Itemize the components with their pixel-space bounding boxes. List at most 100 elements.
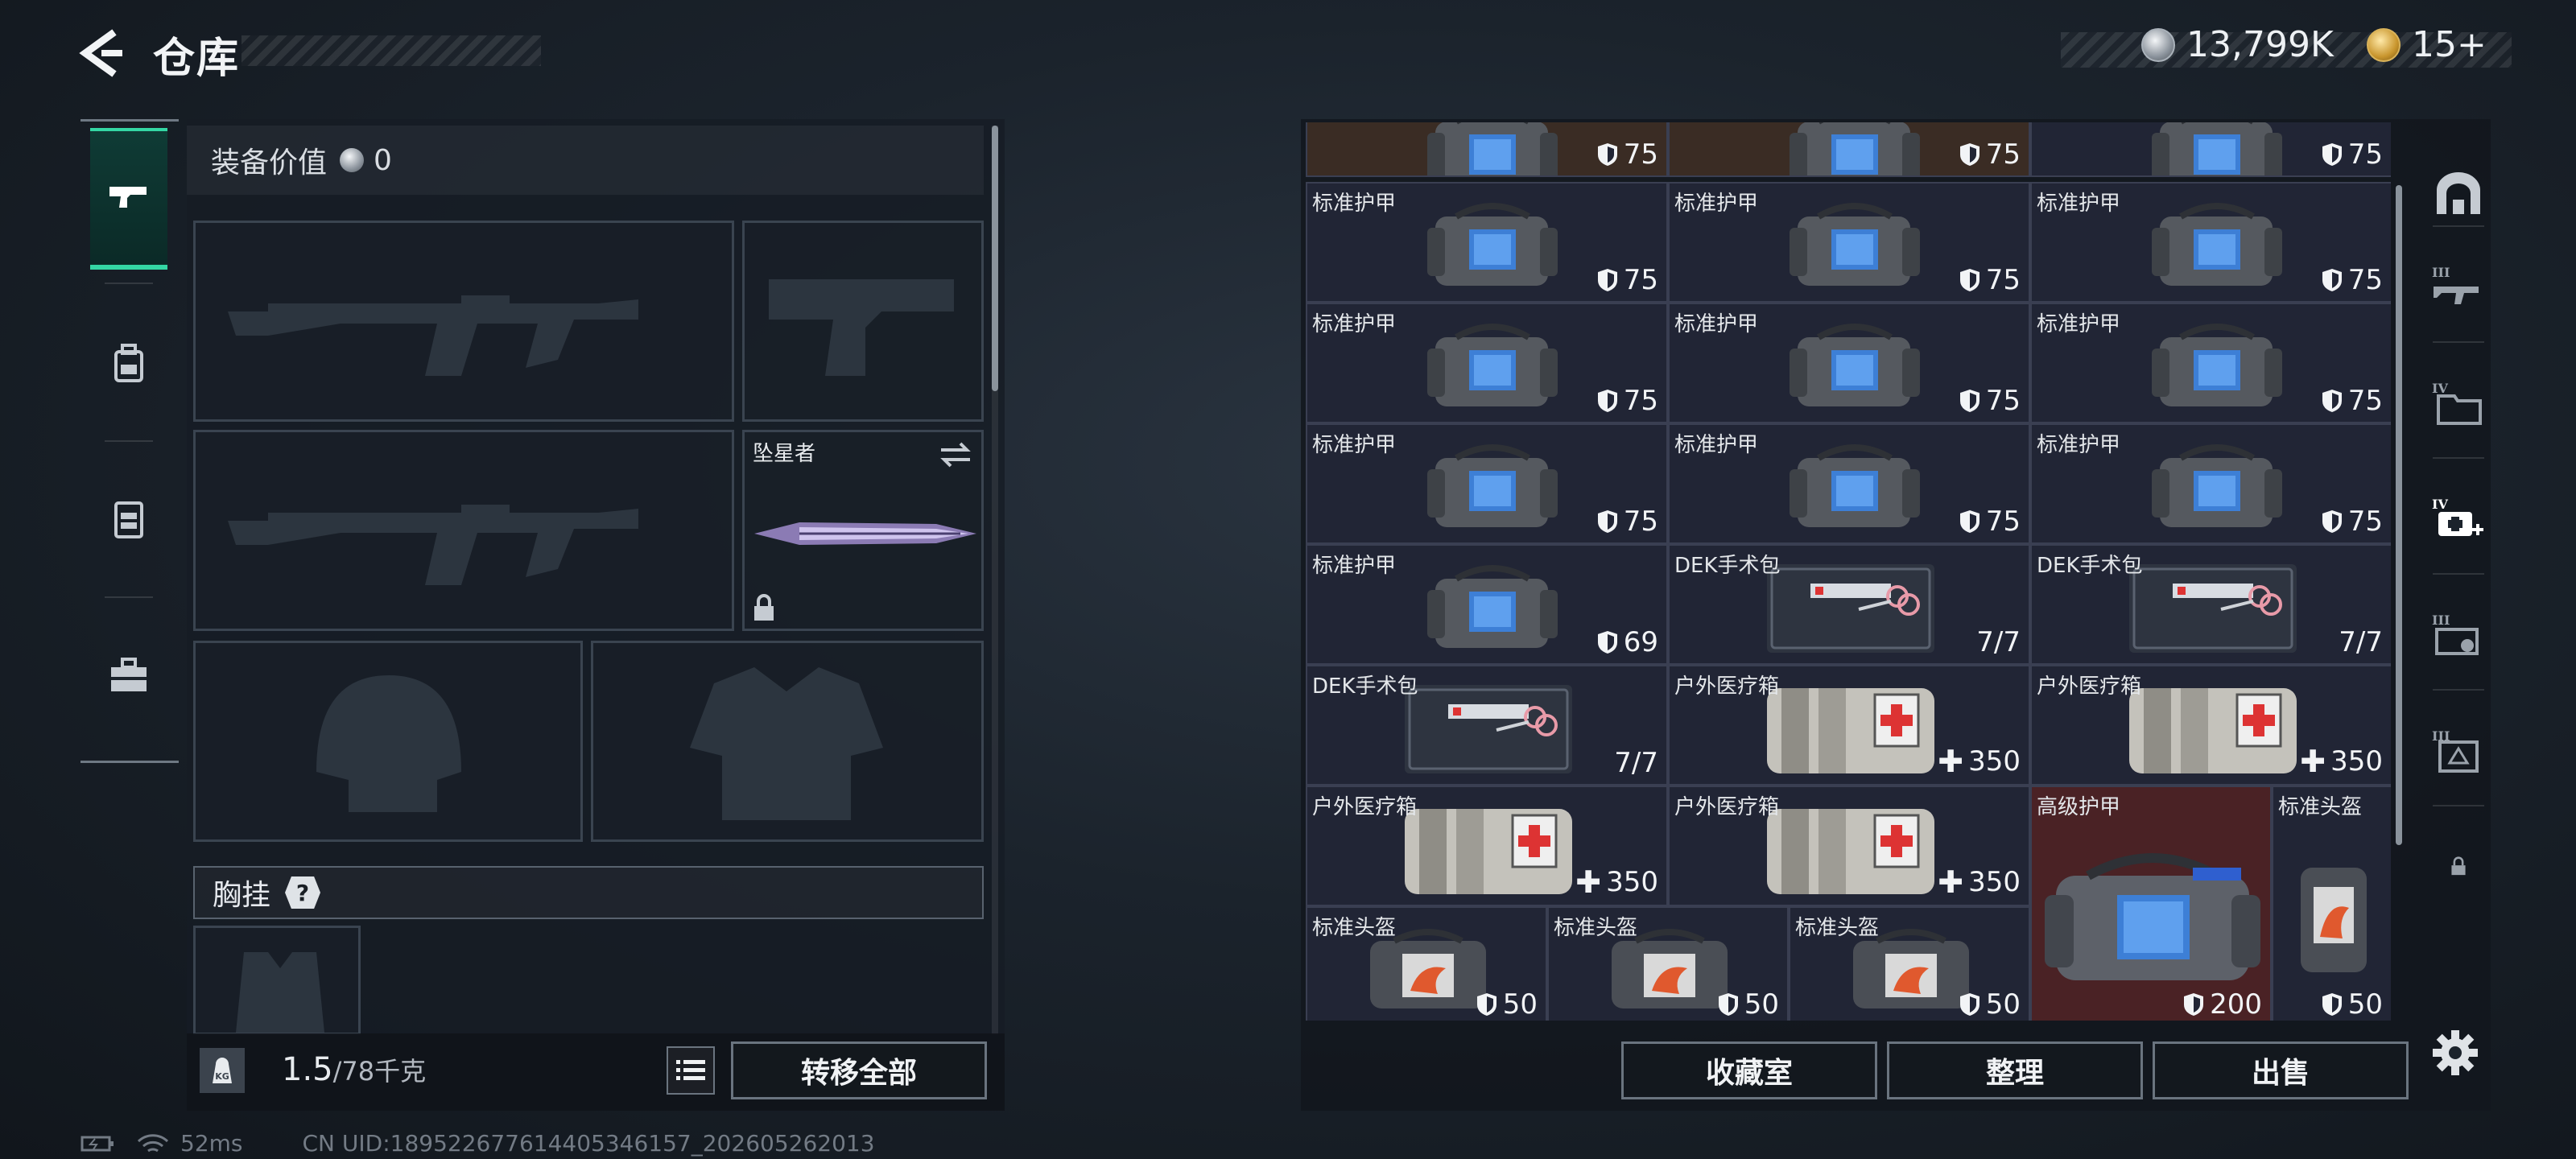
item-value-text: 50 — [1502, 988, 1538, 1021]
equipment-value: 装备价值 0 — [187, 126, 984, 195]
armor-shield-icon — [1959, 993, 1979, 1016]
item-value-text: 50 — [1985, 988, 2021, 1021]
help-badge-icon[interactable]: ? — [285, 876, 321, 909]
storage-item[interactable]: 标准护甲 75 — [1306, 303, 1668, 423]
storage-item[interactable]: DEK手术包 7/7 — [1668, 544, 2030, 665]
item-value-text: 350 — [1606, 866, 1658, 898]
storage-item[interactable]: 户外医疗箱 ✚ 350 — [1306, 786, 1668, 906]
item-value-text: 350 — [1968, 745, 2021, 777]
primary-weapon-slot[interactable] — [193, 221, 734, 422]
battery-icon — [80, 1136, 114, 1151]
sort-button[interactable]: 整理 — [1887, 1041, 2143, 1099]
storage-item[interactable]: 标准护甲 69 — [1306, 544, 1668, 665]
storage-item[interactable]: 标准头盔 50 — [1306, 906, 1547, 1021]
item-name: 标准护甲 — [2037, 312, 2121, 336]
sell-button[interactable]: 出售 — [2153, 1041, 2409, 1099]
storage-item[interactable]: 标准护甲 75 — [1306, 423, 1668, 544]
storage-item[interactable]: 标准头盔 50 — [1547, 906, 1789, 1021]
back-button[interactable] — [77, 27, 126, 79]
heavy-armor-bag-icon — [2045, 853, 2260, 980]
item-value-text: 75 — [1985, 264, 2021, 296]
armor-slot[interactable] — [591, 641, 984, 842]
category-divider — [2433, 573, 2484, 575]
swap-icon[interactable] — [938, 440, 973, 469]
item-name: 户外医疗箱 — [1674, 674, 1780, 699]
category-tier4-medical[interactable]: IV — [2417, 464, 2500, 573]
pistol-icon — [109, 187, 147, 208]
item-name: 户外医疗箱 — [2037, 674, 2142, 699]
item-name: 标准护甲 — [1312, 192, 1397, 216]
storage-item[interactable]: DEK手术包 7/7 — [2030, 544, 2391, 665]
armor-shield-icon — [1718, 993, 1738, 1016]
melee-slot[interactable]: 坠星者 — [742, 430, 984, 631]
token-balance[interactable]: 15+ — [2367, 24, 2487, 65]
item-name: 标准护甲 — [1674, 192, 1759, 216]
storage-item[interactable]: 标准护甲 75 — [2030, 423, 2391, 544]
armor-shield-icon — [2184, 993, 2204, 1016]
storage-item[interactable]: 标准护甲 75 — [1668, 182, 2030, 303]
tab-backpack[interactable] — [90, 292, 167, 434]
storage-item[interactable]: 标准护甲 75 — [1668, 423, 2030, 544]
category-locked[interactable] — [2417, 811, 2500, 921]
storage-category-rail: III IV IV III III — [2417, 122, 2500, 1024]
armor-shield-icon — [2322, 510, 2342, 533]
tab-toolbox[interactable] — [90, 604, 167, 746]
item-value: 75 — [2321, 505, 2383, 538]
storage-item[interactable]: 户外医疗箱 ✚ 350 — [2030, 665, 2391, 786]
storage-item[interactable]: 75 — [1306, 122, 1668, 177]
loadout-tab-rail — [80, 119, 179, 763]
storage-item[interactable]: 75 — [1668, 122, 2030, 177]
item-value-text: 7/7 — [1976, 626, 2021, 658]
item-value-text: 350 — [2330, 745, 2383, 777]
category-divider — [2433, 341, 2484, 343]
armor-bag-icon — [1427, 444, 1558, 527]
pistol-slot[interactable] — [742, 221, 984, 422]
category-tier3-safe[interactable]: III — [2417, 695, 2500, 805]
storage-item[interactable]: 标准头盔 50 — [1789, 906, 2030, 1021]
item-name: 户外医疗箱 — [1674, 795, 1780, 819]
item-name: 标准头盔 — [1795, 916, 1880, 940]
user-uid: CN UID:18952267761440534615​7_2026052620… — [302, 1130, 875, 1157]
list-icon — [676, 1060, 705, 1080]
armor-bag-icon — [1427, 203, 1558, 286]
storage-item[interactable]: 75 — [2030, 122, 2391, 177]
transfer-all-button[interactable]: 转移全部 — [731, 1041, 987, 1099]
item-value: 75 — [2321, 264, 2383, 296]
category-divider — [2433, 689, 2484, 691]
armor-bag-icon — [1427, 122, 1558, 175]
storage-item[interactable]: DEK手术包 7/7 — [1306, 665, 1668, 786]
secondary-weapon-slot[interactable] — [193, 430, 734, 631]
item-name: 标准头盔 — [2278, 795, 2363, 819]
category-tier3-keys[interactable]: III — [2417, 580, 2500, 689]
storage-item[interactable]: 标准护甲 75 — [2030, 182, 2391, 303]
collection-room-button[interactable]: 收藏室 — [1621, 1041, 1877, 1099]
armor-shield-icon — [2322, 993, 2342, 1016]
helmet-slot[interactable] — [193, 641, 583, 842]
cash-balance: 13,799K — [2141, 24, 2334, 65]
list-view-button[interactable] — [667, 1046, 715, 1095]
storage-item[interactable]: 标准护甲 75 — [2030, 303, 2391, 423]
tab-weapons[interactable] — [90, 128, 167, 270]
armor-bag-icon — [2152, 203, 2282, 286]
storage-item[interactable]: 标准护甲 75 — [1668, 303, 2030, 423]
chest-rig-slot[interactable] — [193, 926, 361, 1035]
category-tier3-weapons[interactable]: III — [2417, 232, 2500, 341]
item-value: 75 — [1959, 138, 2021, 171]
storage-item[interactable]: 户外医疗箱 ✚ 350 — [1668, 786, 2030, 906]
storage-scrollbar[interactable] — [2396, 185, 2402, 845]
loadout-scrollbar[interactable] — [992, 126, 998, 391]
storage-item[interactable]: 户外医疗箱 ✚ 350 — [1668, 665, 2030, 786]
storage-item[interactable]: 高级护甲 200 — [2030, 786, 2272, 1021]
item-value: 69 — [1596, 626, 1658, 658]
heal-plus-icon: ✚ — [2300, 744, 2326, 779]
settings-button[interactable] — [2423, 1021, 2487, 1085]
item-name: 标准护甲 — [1312, 312, 1397, 336]
category-tier4-docs[interactable]: IV — [2417, 348, 2500, 457]
storage-item[interactable]: 标准头盔 50 — [2272, 786, 2391, 1021]
back-arrow-icon — [79, 29, 122, 77]
heal-plus-icon: ✚ — [1938, 864, 1964, 900]
storage-item[interactable]: 标准护甲 75 — [1306, 182, 1668, 303]
tab-rig[interactable] — [90, 448, 167, 590]
item-value-text: 75 — [2347, 385, 2383, 417]
armor-shield-icon — [1597, 390, 1617, 412]
